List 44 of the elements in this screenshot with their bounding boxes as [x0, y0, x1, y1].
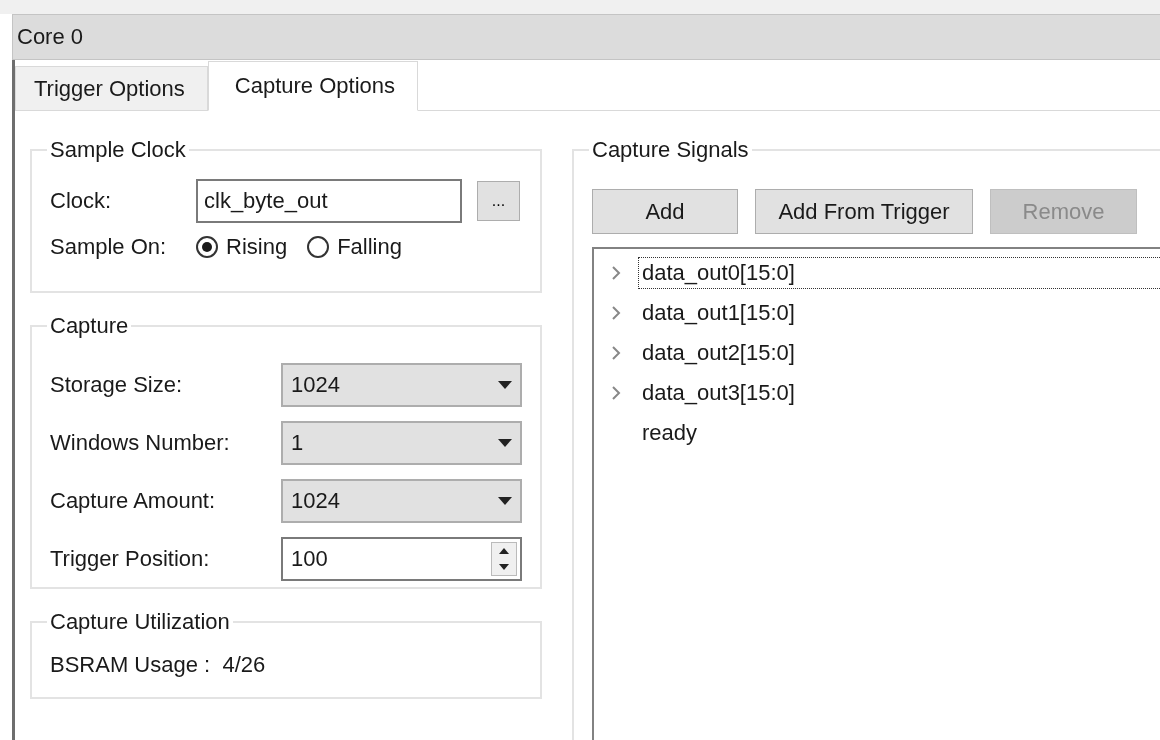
group-title: Sample Clock: [49, 137, 187, 163]
tree-item[interactable]: data_out0[15:0]: [638, 257, 1160, 289]
dropdown-value: 1024: [291, 488, 340, 514]
chevron-right-icon[interactable]: [610, 305, 622, 321]
tree-item[interactable]: ready: [638, 417, 1160, 449]
radio-label: Rising: [226, 234, 288, 260]
action-button[interactable]: Add From Trigger: [755, 189, 973, 234]
action-button[interactable]: Add: [592, 189, 738, 234]
field-label: Clock:: [50, 188, 113, 214]
dropdown[interactable]: 1024: [281, 363, 522, 407]
dropdown-arrow-icon: [498, 439, 512, 447]
group-title: Capture Utilization: [49, 609, 231, 635]
spin-value: 100: [291, 546, 328, 572]
field-label: Storage Size:: [50, 372, 184, 398]
spin-up-icon[interactable]: [492, 543, 516, 559]
browse-button[interactable]: ...: [477, 181, 520, 221]
chevron-right-icon[interactable]: [610, 385, 622, 401]
chevron-right-icon[interactable]: [610, 265, 622, 281]
dropdown-arrow-icon: [498, 381, 512, 389]
spin-box[interactable]: 100: [281, 537, 522, 581]
tab[interactable]: Trigger Options: [15, 66, 208, 110]
chevron-right-icon[interactable]: [610, 345, 622, 361]
radio-button[interactable]: [196, 236, 218, 258]
tree-item[interactable]: data_out3[15:0]: [638, 377, 1160, 409]
dropdown-arrow-icon: [498, 497, 512, 505]
dropdown[interactable]: 1: [281, 421, 522, 465]
panel-title: Core 0: [17, 24, 84, 50]
radio-button[interactable]: [307, 236, 330, 258]
field-label: Capture Amount:: [50, 488, 217, 514]
group-title: Capture Signals: [591, 137, 750, 163]
usage-text: BSRAM Usage : 4/26: [50, 652, 266, 678]
field-label: Windows Number:: [50, 430, 231, 456]
group-title: Capture: [49, 313, 130, 339]
field-label: Trigger Position:: [50, 546, 211, 572]
tree-item[interactable]: data_out2[15:0]: [638, 337, 1160, 369]
dropdown[interactable]: 1024: [281, 479, 522, 523]
field-label: Sample On:: [50, 234, 168, 260]
radio-label: Falling: [337, 234, 402, 260]
tree-item[interactable]: data_out1[15:0]: [638, 297, 1160, 329]
spin-down-icon[interactable]: [492, 559, 516, 575]
dropdown-value: 1024: [291, 372, 340, 398]
tab[interactable]: Capture Options: [207, 61, 418, 111]
clock-field[interactable]: clk_byte_out: [196, 179, 462, 223]
dropdown-value: 1: [291, 430, 304, 456]
